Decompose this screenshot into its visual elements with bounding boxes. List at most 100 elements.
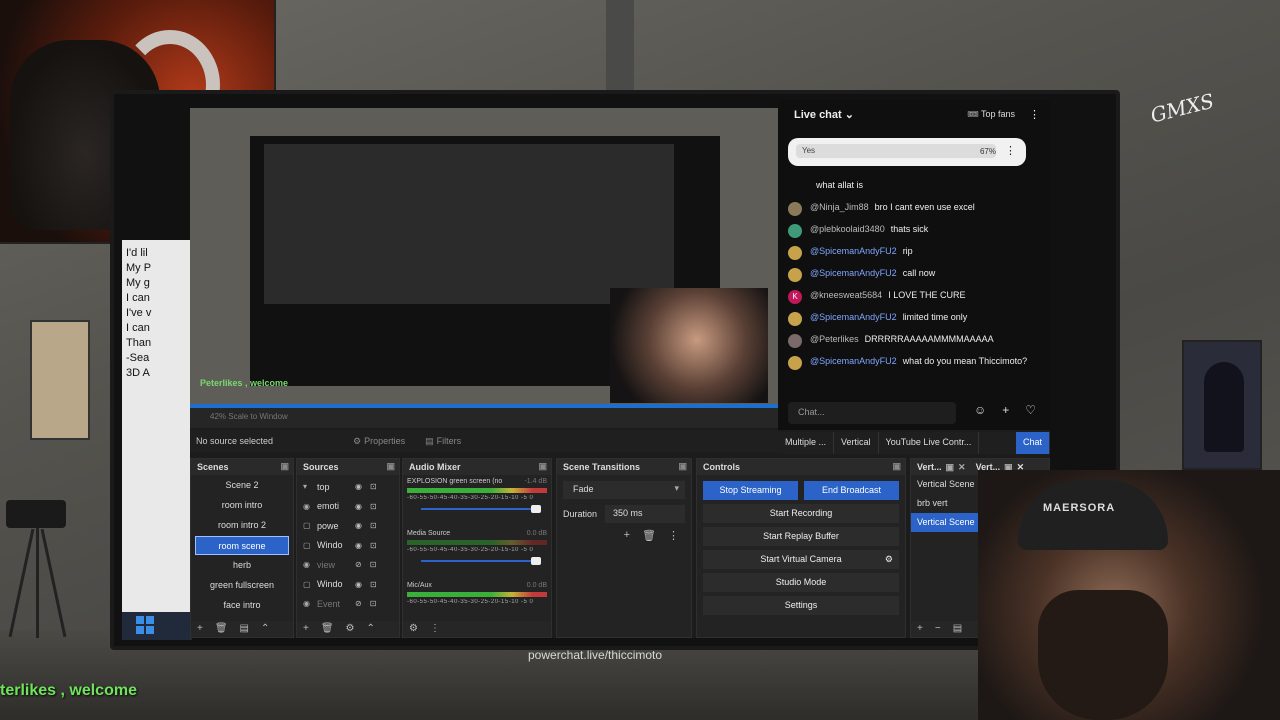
- source-item[interactable]: ◉ Event ⊘ ⊡: [297, 594, 399, 614]
- eye-icon: ◉: [355, 482, 362, 492]
- volume-slider[interactable]: [421, 505, 547, 513]
- minus-icon[interactable]: −: [935, 623, 941, 635]
- trash-icon[interactable]: 🗑: [215, 623, 228, 635]
- close-icon[interactable]: ✕: [958, 462, 966, 472]
- volume-meter: [407, 540, 547, 545]
- chat-message: @SpicemanAndyFU2 rip: [788, 246, 1048, 260]
- scene-item[interactable]: room intro: [195, 496, 289, 515]
- more-vert-icon[interactable]: ⋮: [1029, 108, 1040, 121]
- volume-slider[interactable]: [421, 557, 547, 565]
- lock-icon: ⊡: [369, 579, 377, 589]
- dock-tab-bar: Multiple ... Vertical YouTube Live Contr…: [778, 432, 1050, 454]
- controls-panel: Controls ▣ Stop Streaming End Broadcast S…: [696, 458, 906, 638]
- duration-input[interactable]: 350 ms: [605, 505, 685, 523]
- source-item[interactable]: ▢ Windo ◉ ⊡: [297, 575, 399, 595]
- poll-percent: 67%: [979, 147, 996, 156]
- add-icon[interactable]: +: [303, 623, 309, 635]
- audio-mixer-panel: Audio Mixer ▣ EXPLOSION green screen (no -…: [402, 458, 552, 638]
- scenes-panel: Scenes ▣ Scene 2 room intro room intro 2 …: [190, 458, 294, 638]
- duration-label: Duration: [563, 509, 598, 519]
- vertical-scene-item[interactable]: Vertical Scene: [911, 475, 981, 494]
- source-item[interactable]: ▢ Windo ◉ ⊡: [297, 536, 399, 556]
- dock-options-icon[interactable]: ▣: [678, 461, 687, 472]
- lock-icon: ⊡: [369, 482, 377, 492]
- chat-input[interactable]: Chat...: [788, 402, 956, 424]
- filters-button[interactable]: ▤ Filters: [425, 436, 461, 447]
- studio-mode-button[interactable]: Studio Mode: [703, 573, 899, 592]
- scenes-title: Scenes: [197, 462, 229, 472]
- live-chat-title[interactable]: Live chat ⌄: [794, 108, 967, 121]
- start-recording-button[interactable]: Start Recording: [703, 504, 899, 523]
- sources-title: Sources: [303, 462, 339, 472]
- top-fans-button[interactable]: 🎟 Top fans: [967, 109, 1015, 120]
- transition-select[interactable]: Fade: [563, 481, 685, 499]
- eye-icon: ◉: [355, 540, 362, 550]
- vertical-title: Vert...: [917, 462, 942, 472]
- chevron-down-icon: ⌄: [844, 108, 854, 121]
- chat-message: @SpicemanAndyFU2 what do you mean Thiccim…: [788, 356, 1048, 370]
- obs-preview[interactable]: Peterlikes , welcome: [190, 108, 778, 408]
- dock-options-icon[interactable]: ▣: [386, 461, 395, 472]
- settings-button[interactable]: Settings: [703, 596, 899, 615]
- start-virtual-camera-button[interactable]: Start Virtual Camera ⚙: [703, 550, 899, 569]
- properties-button[interactable]: ⚙ Properties: [353, 436, 405, 447]
- scene-item[interactable]: face intro: [195, 596, 289, 615]
- more-vert-icon[interactable]: ⋮: [668, 529, 679, 542]
- dock-options-icon[interactable]: ▣: [538, 461, 547, 472]
- tab-chat[interactable]: Chat: [1015, 432, 1050, 454]
- scene-item-active[interactable]: room scene: [195, 536, 289, 555]
- add-circle-icon[interactable]: +: [1002, 403, 1009, 417]
- tab-youtube-live-control[interactable]: YouTube Live Contr...: [879, 432, 980, 454]
- add-icon[interactable]: +: [624, 529, 630, 542]
- filter-icon[interactable]: ▤: [240, 623, 249, 635]
- avatar: [788, 312, 802, 326]
- wall-poster-left: [30, 320, 90, 440]
- chat-message: @Peterlikes DRRRRRAAAAAMMMMAAAAA: [788, 334, 1048, 348]
- chevron-up-icon[interactable]: ⌃: [367, 623, 375, 635]
- poll-more-icon[interactable]: ⋮: [1005, 144, 1016, 157]
- mixer-channel: Media Source 0.0 dB -60-55-50-45-40-35-30…: [403, 527, 551, 579]
- source-type-icon: ▢: [303, 579, 311, 589]
- mixer-channel: EXPLOSION green screen (no -1.4 dB -60-55…: [403, 475, 551, 527]
- scene-transitions-panel: Scene Transitions▣ Fade Duration 350 ms …: [556, 458, 692, 638]
- chevron-up-icon[interactable]: ⌃: [261, 623, 269, 635]
- gear-icon[interactable]: ⚙: [409, 623, 418, 635]
- vertical-scene-item-active[interactable]: Vertical Scene: [911, 513, 981, 532]
- tab-multiple[interactable]: Multiple ...: [778, 432, 835, 454]
- gear-icon[interactable]: ⚙: [346, 623, 355, 635]
- dock-options-icon[interactable]: ▣: [280, 461, 289, 472]
- poll-banner[interactable]: Yes 67% ⋮: [788, 138, 1026, 166]
- source-type-icon: ◉: [303, 599, 310, 609]
- trash-icon[interactable]: 🗑: [321, 623, 334, 635]
- windows-start-icon[interactable]: [136, 616, 154, 634]
- scene-item[interactable]: room intro 2: [195, 516, 289, 535]
- end-broadcast-button[interactable]: End Broadcast: [804, 481, 899, 500]
- add-icon[interactable]: +: [917, 623, 923, 635]
- filter-icon[interactable]: ▤: [953, 623, 962, 635]
- source-type-icon: ▢: [303, 540, 311, 550]
- dock-options-icon[interactable]: ▣: [892, 461, 901, 472]
- properties-bar: No source selected ⚙ Properties ▤ Filters: [190, 430, 778, 452]
- source-item[interactable]: ▢ powe ◉ ⊡: [297, 516, 399, 536]
- stream-watermark: powerchat.live/thiccimoto: [528, 648, 663, 662]
- stop-streaming-button[interactable]: Stop Streaming: [703, 481, 798, 500]
- scene-item[interactable]: green fullscreen: [195, 576, 289, 595]
- emoji-icon[interactable]: ☺: [974, 403, 986, 417]
- source-item[interactable]: ◉ view ⊘ ⊡: [297, 555, 399, 575]
- scene-item[interactable]: herb: [195, 556, 289, 575]
- float-icon[interactable]: ▣: [946, 462, 955, 472]
- scene-item[interactable]: Scene 2: [195, 476, 289, 495]
- trash-icon[interactable]: 🗑: [642, 529, 656, 542]
- source-item[interactable]: ◉ emoti ◉ ⊡: [297, 497, 399, 517]
- volume-meter: [407, 488, 547, 493]
- add-icon[interactable]: +: [197, 623, 203, 635]
- lock-icon: ⊡: [369, 560, 377, 570]
- source-item[interactable]: ▾ top ◉ ⊡: [297, 477, 399, 497]
- tab-vertical[interactable]: Vertical: [834, 432, 879, 454]
- vertical-scene-item[interactable]: brb vert: [911, 494, 981, 513]
- gear-icon[interactable]: ⚙: [885, 550, 893, 569]
- audio-mixer-title: Audio Mixer: [409, 462, 461, 472]
- start-replay-buffer-button[interactable]: Start Replay Buffer: [703, 527, 899, 546]
- more-vert-icon[interactable]: ⋮: [430, 623, 440, 635]
- heart-icon[interactable]: ♡: [1025, 403, 1036, 417]
